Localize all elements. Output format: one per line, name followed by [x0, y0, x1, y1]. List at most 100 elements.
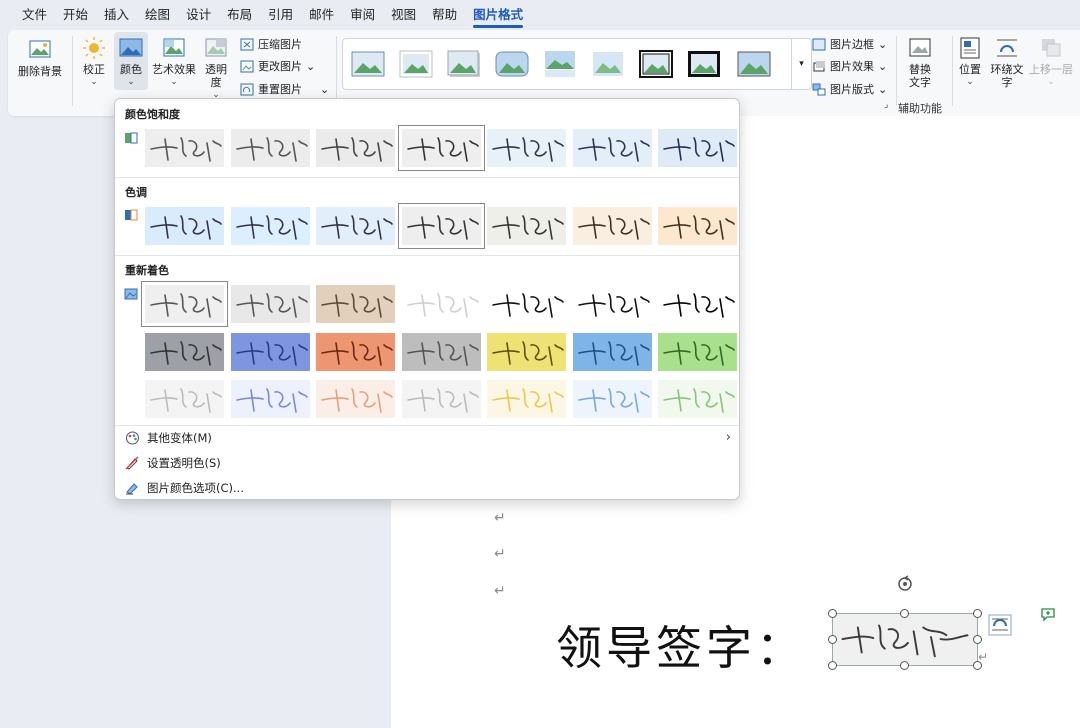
tab-layout[interactable]: 布局 — [219, 0, 260, 30]
signature-thumbnail-icon — [572, 207, 652, 245]
tone-swatch[interactable] — [572, 207, 652, 245]
recolor-row1-swatch[interactable] — [141, 281, 228, 327]
remove-background-button[interactable]: 删除背景 — [16, 38, 64, 78]
saturation-swatch[interactable] — [230, 129, 310, 167]
ribbon-separator — [72, 36, 73, 106]
saturation-swatch[interactable] — [397, 125, 485, 171]
recolor-row2-swatch[interactable] — [401, 333, 481, 371]
position-button[interactable]: 位置 ⌄ — [956, 36, 984, 89]
tone-swatch[interactable] — [487, 207, 566, 245]
saturation-swatch[interactable] — [145, 129, 224, 167]
picture-layout-icon — [812, 83, 826, 95]
compress-pictures-button[interactable]: 压缩图片 — [240, 36, 302, 52]
recolor-section-title: 重新着色 — [125, 264, 169, 277]
picture-style-white-frame-icon[interactable] — [399, 49, 433, 79]
recolor-row3-swatch[interactable] — [572, 380, 652, 418]
color-button[interactable]: 颜色 ⌄ — [114, 32, 148, 90]
artistic-effects-button[interactable]: 艺术效果 ⌄ — [150, 36, 198, 89]
recolor-row1-swatch[interactable] — [572, 285, 652, 323]
tab-help[interactable]: 帮助 — [424, 0, 465, 30]
recolor-row1-swatch[interactable] — [230, 285, 310, 323]
picture-style-bevel-icon[interactable] — [737, 49, 771, 79]
tab-draw[interactable]: 绘图 — [137, 0, 178, 30]
recolor-row2-swatch[interactable] — [145, 333, 224, 371]
color-tone-icon — [125, 209, 138, 221]
picture-layout-button[interactable]: 图片版式 ⌄ — [812, 81, 887, 97]
picture-style-rounded-icon[interactable] — [495, 49, 529, 79]
saturation-swatch[interactable] — [572, 129, 652, 167]
signature-thumbnail-icon — [230, 207, 310, 245]
alt-text-button[interactable]: 替换 文字 — [902, 36, 938, 89]
add-comment-icon[interactable] — [1040, 606, 1056, 622]
tab-references[interactable]: 引用 — [260, 0, 301, 30]
signature-thumbnail-icon — [316, 333, 395, 371]
tab-review[interactable]: 审阅 — [342, 0, 383, 30]
tab-home[interactable]: 开始 — [55, 0, 96, 30]
transparency-button[interactable]: 透明度 ⌄ — [200, 36, 232, 102]
change-picture-button[interactable]: 更改图片 ⌄ — [240, 58, 315, 74]
recolor-row1-swatch[interactable] — [316, 285, 395, 323]
picture-styles-launcher-icon[interactable]: ⌟ — [884, 100, 888, 110]
picture-style-soft-edge-icon[interactable] — [591, 49, 625, 79]
picture-border-button[interactable]: 图片边框 ⌄ — [812, 36, 887, 52]
picture-effects-button[interactable]: 图片效果 ⌄ — [812, 58, 887, 74]
recolor-row2-swatch[interactable] — [230, 333, 310, 371]
tab-view[interactable]: 视图 — [383, 0, 424, 30]
recolor-row3-swatch[interactable] — [487, 380, 566, 418]
artistic-effects-label: 艺术效果 — [152, 63, 196, 76]
resize-handle[interactable] — [828, 661, 837, 670]
signature-thumbnail-icon — [145, 285, 224, 323]
set-transparent-color-menu-item[interactable]: 设置透明色(S) — [125, 455, 221, 471]
palette-icon — [126, 431, 139, 445]
resize-handle[interactable] — [900, 661, 909, 670]
picture-style-reflected-icon[interactable] — [543, 49, 577, 79]
recolor-row2-swatch[interactable] — [658, 333, 737, 371]
tone-swatch[interactable] — [316, 207, 395, 245]
more-variations-label: 其他变体(M) — [147, 431, 212, 445]
saturation-swatch[interactable] — [658, 129, 737, 167]
picture-style-thick-frame-icon[interactable] — [687, 49, 721, 79]
saturation-swatch[interactable] — [316, 129, 395, 167]
picture-style-simple-frame-icon[interactable] — [351, 49, 385, 79]
recolor-row1-swatch[interactable] — [401, 285, 481, 323]
tone-swatch[interactable] — [145, 207, 224, 245]
wrap-text-button[interactable]: 环绕文 字 — [988, 36, 1026, 89]
tone-swatch[interactable] — [230, 207, 310, 245]
resize-handle[interactable] — [828, 635, 837, 644]
tab-mailings[interactable]: 邮件 — [301, 0, 342, 30]
gallery-more-button[interactable]: ▾ — [791, 39, 811, 89]
resize-handle[interactable] — [900, 609, 909, 618]
tab-insert[interactable]: 插入 — [96, 0, 137, 30]
rotate-handle-icon[interactable] — [895, 574, 915, 594]
bring-forward-button[interactable]: 上移一层 ⌄ — [1028, 36, 1074, 89]
resize-handle[interactable] — [973, 635, 982, 644]
resize-handle[interactable] — [828, 609, 837, 618]
saturation-swatch[interactable] — [487, 129, 566, 167]
recolor-row2-swatch[interactable] — [316, 333, 395, 371]
recolor-row2-swatch[interactable] — [572, 333, 652, 371]
recolor-row1-swatch[interactable] — [487, 285, 566, 323]
recolor-row1-swatch[interactable] — [658, 285, 737, 323]
recolor-row3-swatch[interactable] — [230, 380, 310, 418]
resize-handle[interactable] — [973, 609, 982, 618]
picture-color-options-menu-item[interactable]: 图片颜色选项(C)... — [125, 480, 244, 496]
recolor-row3-swatch[interactable] — [401, 380, 481, 418]
picture-style-shadow-icon[interactable] — [447, 49, 481, 79]
more-variations-menu-item[interactable]: 其他变体(M) — [125, 430, 212, 446]
recolor-row2-swatch[interactable] — [487, 333, 566, 371]
section-divider — [115, 255, 739, 256]
layout-options-icon[interactable] — [988, 614, 1012, 636]
tone-swatch[interactable] — [658, 207, 737, 245]
reset-picture-button[interactable]: 重置图片 ⌄ — [240, 81, 329, 97]
recolor-row3-swatch[interactable] — [658, 380, 737, 418]
tab-picture-format[interactable]: 图片格式 — [465, 0, 531, 30]
recolor-row3-swatch[interactable] — [145, 380, 224, 418]
signature-image[interactable] — [832, 613, 978, 666]
tone-swatch[interactable] — [397, 203, 485, 249]
corrections-button[interactable]: 校正 ⌄ — [76, 36, 112, 89]
recolor-row3-swatch[interactable] — [316, 380, 395, 418]
tab-file[interactable]: 文件 — [14, 0, 55, 30]
picture-style-black-frame-icon[interactable] — [639, 49, 673, 79]
tab-design[interactable]: 设计 — [178, 0, 219, 30]
signature-thumbnail-icon — [487, 129, 566, 167]
